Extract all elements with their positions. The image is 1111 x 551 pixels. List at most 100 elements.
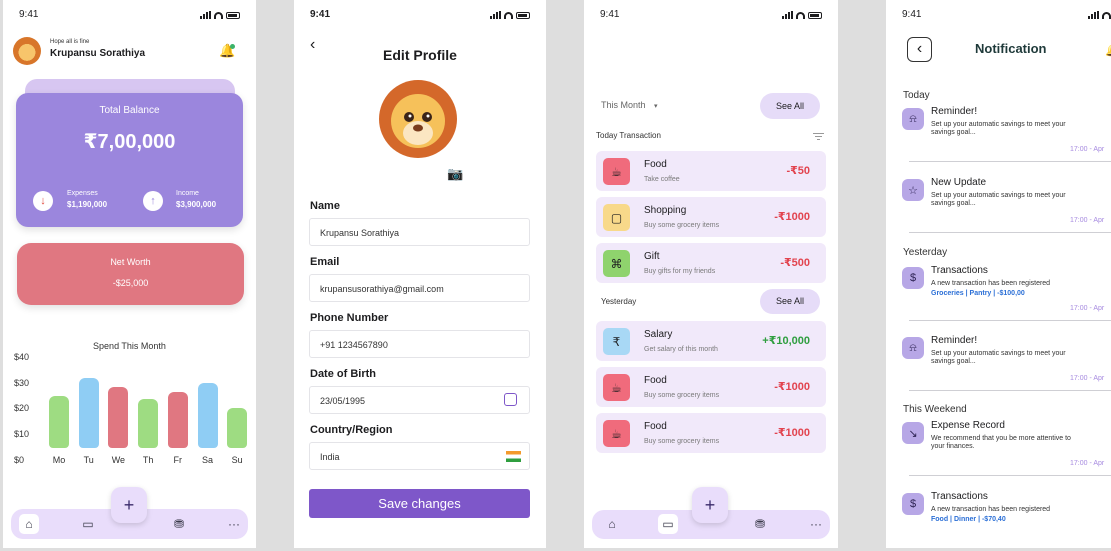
battery-icon bbox=[808, 11, 822, 19]
coins-icon[interactable]: ⛃ bbox=[169, 514, 189, 534]
camera-icon[interactable]: 📷 bbox=[447, 166, 463, 182]
dollar-icon: $ bbox=[902, 267, 924, 289]
divider bbox=[909, 161, 1111, 162]
lion-avatar bbox=[379, 80, 457, 158]
section-weekend: This Weekend bbox=[903, 404, 967, 415]
dollar-icon: $ bbox=[902, 493, 924, 515]
see-all-button[interactable]: See All bbox=[760, 93, 820, 119]
phone-field[interactable]: +91 1234567890 bbox=[309, 330, 530, 358]
bell-icon[interactable]: 🔔 bbox=[1105, 43, 1111, 57]
country-field[interactable]: India bbox=[309, 442, 530, 470]
star-icon: ☆ bbox=[902, 179, 924, 201]
home-icon[interactable]: ⌂ bbox=[19, 514, 39, 534]
status-time: 9:41 bbox=[902, 9, 922, 20]
notification-time: 17:00 - Apr bbox=[1070, 217, 1105, 224]
more-icon[interactable]: ··· bbox=[224, 514, 244, 534]
transactions-screen: 9:41 This Month ▾ See All Today Transact… bbox=[584, 0, 838, 548]
wifi-icon bbox=[1102, 11, 1111, 19]
add-button[interactable]: + bbox=[692, 487, 728, 523]
email-field[interactable]: krupansusorathiya@gmail.com bbox=[309, 274, 530, 302]
rupee-icon: ₹ bbox=[603, 328, 630, 355]
yesterday-label: Yesterday bbox=[601, 297, 637, 306]
card-icon[interactable]: ▭ bbox=[78, 514, 98, 534]
divider bbox=[909, 320, 1111, 321]
notification-body: We recommend that you be more attentive … bbox=[931, 435, 1071, 450]
calendar-icon[interactable] bbox=[504, 393, 517, 406]
back-button[interactable]: ‹ bbox=[907, 37, 932, 62]
dob-label: Date of Birth bbox=[310, 368, 376, 380]
chart-bar-th bbox=[138, 398, 159, 448]
coffee-icon: ☕ bbox=[603, 158, 630, 185]
name-field[interactable]: Krupansu Sorathiya bbox=[309, 218, 530, 246]
transaction-item[interactable]: ☕ Food Take coffee -₹50 bbox=[596, 151, 826, 191]
y-tick-label: $10 bbox=[14, 429, 30, 439]
transaction-item[interactable]: ☕ Food Buy some grocery items -₹1000 bbox=[596, 367, 826, 407]
bell-icon: ⍾ bbox=[902, 337, 924, 359]
transaction-item[interactable]: ☕ Food Buy some grocery items -₹1000 bbox=[596, 413, 826, 453]
page-title: Notification bbox=[975, 41, 1047, 56]
chevron-down-icon: ▾ bbox=[654, 103, 658, 110]
chart-bar-mo bbox=[49, 396, 69, 448]
transaction-subtitle: Get salary of this month bbox=[644, 346, 718, 353]
chart-bar-fr bbox=[167, 391, 188, 448]
bell-icon: ⍾ bbox=[902, 108, 924, 130]
transaction-title: Food bbox=[644, 375, 667, 386]
transaction-amount: +₹10,000 bbox=[762, 335, 810, 347]
x-tick-label: Fr bbox=[173, 455, 183, 465]
transaction-title: Shopping bbox=[644, 205, 687, 216]
notification-title: Reminder! bbox=[931, 335, 978, 346]
transaction-item[interactable]: ▢ Shopping Buy some grocery items -₹1000 bbox=[596, 197, 826, 237]
chart-bar-we bbox=[108, 387, 129, 448]
see-all-yesterday-button[interactable]: See All bbox=[760, 289, 820, 314]
card-icon[interactable]: ▭ bbox=[658, 514, 678, 534]
edit-profile-screen: 9:41 ‹ Edit Profile 📷 Name Krupansu Sora… bbox=[294, 0, 546, 548]
notification-time: 17:00 - Apr bbox=[1070, 305, 1105, 312]
transaction-title: Salary bbox=[644, 329, 673, 340]
home-icon[interactable]: ⌂ bbox=[602, 514, 622, 534]
wifi-icon bbox=[504, 11, 513, 19]
period-select[interactable]: This Month ▾ bbox=[601, 100, 658, 110]
filter-icon[interactable] bbox=[813, 133, 824, 140]
notification-title: Transactions bbox=[931, 491, 988, 502]
notification-body: Set up your automatic savings to meet yo… bbox=[931, 121, 1066, 136]
notification-body: Set up your automatic savings to meet yo… bbox=[931, 192, 1066, 207]
india-flag-icon bbox=[506, 451, 521, 462]
y-tick-label: $30 bbox=[14, 378, 30, 388]
signal-icon bbox=[490, 11, 501, 19]
signal-icon bbox=[1088, 11, 1099, 19]
notification-tags: Groceries | Pantry | -$100,00 bbox=[931, 290, 1025, 297]
transaction-subtitle: Buy gifts for my friends bbox=[644, 268, 716, 275]
more-icon[interactable]: ··· bbox=[806, 514, 826, 534]
y-tick-label: $20 bbox=[14, 403, 30, 413]
transaction-subtitle: Take coffee bbox=[644, 176, 680, 183]
dob-field[interactable]: 23/05/1995 bbox=[309, 386, 530, 414]
battery-icon bbox=[516, 11, 530, 19]
dob-value: 23/05/1995 bbox=[320, 396, 366, 406]
transaction-title: Food bbox=[644, 421, 667, 432]
add-button[interactable]: + bbox=[111, 487, 147, 523]
transaction-amount: -₹1000 bbox=[774, 381, 810, 393]
notification-title: Transactions bbox=[931, 265, 988, 276]
y-tick-label: $0 bbox=[14, 455, 25, 465]
section-yesterday: Yesterday bbox=[903, 247, 948, 258]
notification-title: New Update bbox=[931, 177, 987, 188]
name-label: Name bbox=[310, 200, 340, 212]
status-bar: 9:41 bbox=[886, 9, 1111, 23]
today-transaction-label: Today Transaction bbox=[596, 131, 661, 140]
chart-bar-su bbox=[227, 407, 248, 448]
coins-icon[interactable]: ⛃ bbox=[750, 514, 770, 534]
save-changes-button[interactable]: Save changes bbox=[309, 489, 530, 518]
gift-icon: ⌘ bbox=[603, 250, 630, 277]
bag-icon: ▢ bbox=[603, 204, 630, 231]
divider bbox=[909, 232, 1111, 233]
period-label: This Month bbox=[601, 100, 646, 110]
notification-body: A new transaction has been registered bbox=[931, 280, 1051, 287]
transaction-item[interactable]: ⌘ Gift Buy gifts for my friends -₹500 bbox=[596, 243, 826, 283]
page-title: Edit Profile bbox=[383, 47, 457, 63]
notification-time: 17:00 - Apr bbox=[1070, 460, 1105, 467]
x-tick-label: Sa bbox=[201, 455, 213, 465]
transaction-subtitle: Buy some grocery items bbox=[644, 438, 720, 445]
spend-bar-chart: $40 $30 $20 $10 $0 Mo Tu We Th Fr Sa Su bbox=[3, 0, 256, 480]
notification-time: 17:00 - Apr bbox=[1070, 146, 1105, 153]
transaction-item[interactable]: ₹ Salary Get salary of this month +₹10,000 bbox=[596, 321, 826, 361]
